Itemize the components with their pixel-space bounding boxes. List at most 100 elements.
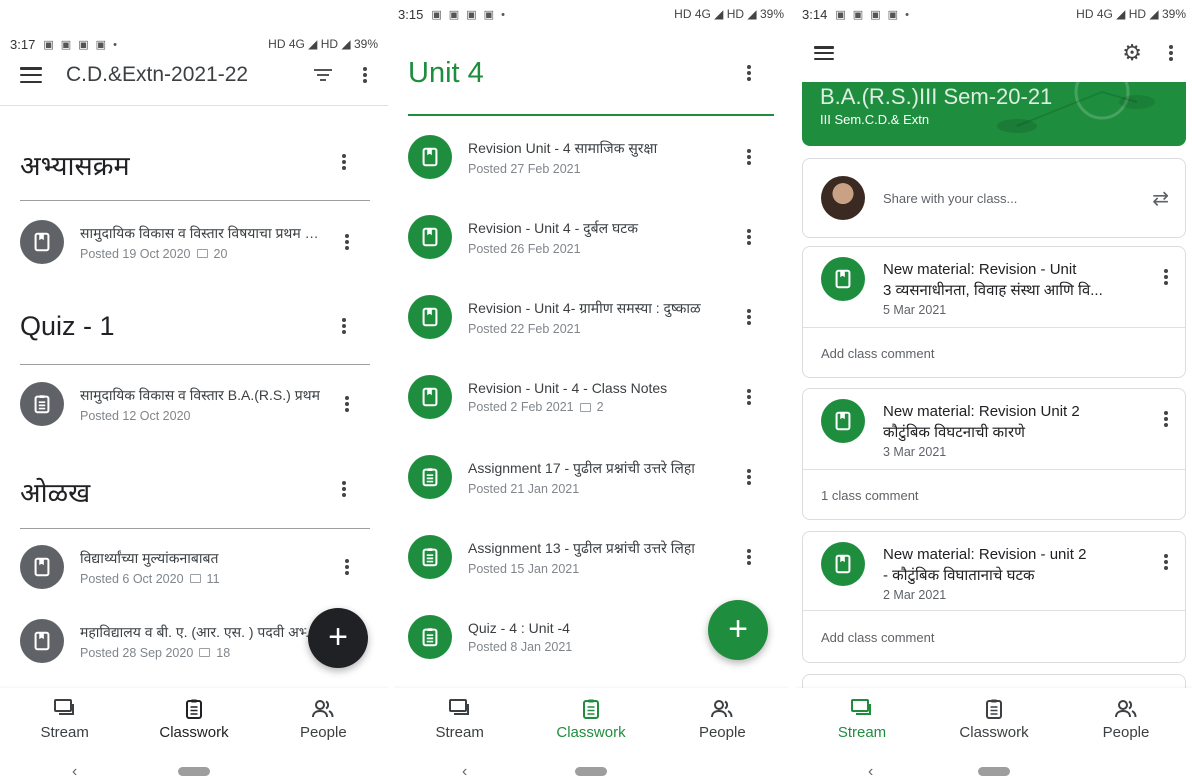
class-comment-link[interactable]: 1 class comment: [821, 488, 919, 503]
class-banner[interactable]: B.A.(R.S.)III Sem-20-21 III Sem.C.D.& Ex…: [802, 82, 1186, 146]
more-options-icon[interactable]: [362, 67, 368, 83]
classwork-item[interactable]: Revision - Unit - 4 - Class Notes Posted …: [408, 375, 752, 419]
post-divider: [803, 610, 1185, 611]
nav-stream[interactable]: Stream: [807, 688, 917, 748]
item-more-icon[interactable]: [344, 559, 350, 575]
post-title-line1: New material: Revision Unit 2: [883, 403, 1080, 420]
settings-gear-icon[interactable]: ⚙: [1122, 40, 1142, 66]
add-button[interactable]: +: [708, 600, 768, 660]
topic-more-icon[interactable]: [341, 318, 347, 334]
classwork-item[interactable]: सामुदायिक विकास व विस्तार B.A.(R.S.) प्र…: [20, 382, 350, 426]
classwork-item[interactable]: Revision Unit - 4 सामाजिक सुरक्षा Posted …: [408, 135, 752, 179]
nav-classwork[interactable]: Classwork: [939, 688, 1049, 748]
nav-classwork[interactable]: Classwork: [139, 688, 249, 748]
nav-classwork[interactable]: Classwork: [536, 688, 646, 748]
nav-stream[interactable]: Stream: [405, 688, 515, 748]
item-date: Posted 15 Jan 2021: [468, 561, 580, 576]
nav-label: Stream: [837, 724, 887, 741]
stream-post[interactable]: New material: Revision - Unit 3 व्यसनाधी…: [802, 246, 1186, 378]
comment-icon: [579, 402, 591, 412]
classwork-item[interactable]: Assignment 17 - पुढील प्रश्नांची उत्तरे …: [408, 455, 752, 499]
nav-stream[interactable]: Stream: [10, 688, 120, 748]
item-more-icon[interactable]: [746, 469, 752, 485]
more-options-icon[interactable]: [746, 65, 752, 81]
share-placeholder: Share with your class...: [883, 190, 1018, 206]
classwork-panel-course: 3:17 ▣ ▣ ▣ ▣ • HD 4G ◢ HD ◢ 39% C.D.&Ext…: [0, 0, 388, 783]
nav-people[interactable]: People: [268, 688, 378, 748]
item-more-icon[interactable]: [746, 229, 752, 245]
repost-icon[interactable]: ⇄: [1152, 186, 1169, 211]
nav-label: Classwork: [159, 724, 229, 741]
nav-label: People: [698, 724, 746, 741]
topic-more-icon[interactable]: [341, 154, 347, 170]
people-icon: [1115, 700, 1137, 718]
bottom-navigation: Stream Classwork People: [0, 688, 388, 748]
item-more-icon[interactable]: [344, 396, 350, 412]
classwork-icon: [185, 699, 202, 719]
item-more-icon[interactable]: [746, 309, 752, 325]
status-right: HD 4G ◢ HD ◢ 39%: [268, 37, 378, 51]
home-pill[interactable]: [178, 767, 210, 776]
classwork-item[interactable]: महाविद्यालय व बी. ए. (आर. एस. ) पदवी अभ्…: [20, 619, 350, 663]
item-comment-count: 11: [206, 571, 220, 586]
item-more-icon[interactable]: [746, 389, 752, 405]
item-title: महाविद्यालय व बी. ए. (आर. एस. ) पदवी अभ्…: [80, 623, 320, 640]
item-comment-count: 20: [213, 246, 228, 261]
item-date: Posted 19 Oct 2020: [80, 246, 191, 261]
add-comment-link[interactable]: Add class comment: [821, 346, 934, 361]
comment-icon: [196, 249, 208, 258]
back-icon[interactable]: ‹: [72, 763, 77, 781]
item-more-icon[interactable]: [746, 549, 752, 565]
assignment-icon: [408, 455, 452, 499]
item-date: Posted 21 Jan 2021: [468, 481, 580, 496]
status-bar: 3:15 ▣ ▣ ▣ ▣ • HD 4G ◢ HD ◢ 39%: [394, 0, 788, 28]
classwork-icon: [582, 699, 599, 719]
filter-icon[interactable]: [314, 69, 332, 81]
home-pill[interactable]: [978, 767, 1010, 776]
plus-icon: +: [728, 609, 748, 648]
classwork-item[interactable]: Revision - Unit 4 - दुर्बल घटक Posted 26 …: [408, 215, 752, 259]
classwork-item[interactable]: Quiz - 4 : Unit -4 Posted 8 Jan 2021: [408, 615, 752, 659]
material-icon: [408, 135, 452, 179]
item-title: Revision - Unit 4- ग्रामीण समस्या : दुष्…: [468, 299, 701, 316]
nav-people[interactable]: People: [1071, 688, 1181, 748]
class-section: III Sem.C.D.& Extn: [820, 112, 930, 127]
item-title: Revision - Unit 4 - दुर्बल घटक: [468, 219, 639, 236]
more-options-icon[interactable]: [1168, 45, 1174, 61]
system-nav-bar: ‹: [796, 760, 1192, 783]
stream-post[interactable]: New material: Revision Unit 2 कौटुंबिक व…: [802, 388, 1186, 520]
item-title: सामुदायिक विकास व विस्तार विषयाचा प्रथम …: [80, 224, 320, 241]
back-icon[interactable]: ‹: [462, 763, 467, 781]
notification-icons: ▣ ▣ ▣ ▣ •: [431, 8, 507, 21]
top-app-bar: Unit 4: [394, 48, 788, 98]
item-more-icon[interactable]: [344, 234, 350, 250]
item-more-icon[interactable]: [746, 149, 752, 165]
back-icon[interactable]: ‹: [868, 763, 873, 781]
add-button[interactable]: +: [308, 608, 368, 668]
stream-post[interactable]: New material: Revision - unit 2 - कौटुंब…: [802, 531, 1186, 663]
post-more-icon[interactable]: [1163, 411, 1169, 427]
classwork-item[interactable]: विद्यार्थ्यांच्या मुल्यांकनाबाबत Posted …: [20, 545, 350, 589]
topic-more-icon[interactable]: [341, 481, 347, 497]
assignment-icon: [20, 382, 64, 426]
classwork-item[interactable]: Revision - Unit 4- ग्रामीण समस्या : दुष्…: [408, 295, 752, 339]
menu-icon[interactable]: [814, 46, 834, 60]
topic-title: Quiz - 1: [20, 311, 115, 341]
share-box[interactable]: Share with your class... ⇄: [802, 158, 1186, 238]
nav-people[interactable]: People: [667, 688, 777, 748]
item-date: Posted 2 Feb 2021: [468, 400, 574, 414]
post-more-icon[interactable]: [1163, 269, 1169, 285]
home-pill[interactable]: [575, 767, 607, 776]
classwork-item[interactable]: सामुदायिक विकास व विस्तार विषयाचा प्रथम …: [20, 220, 350, 264]
topbar-divider: [0, 105, 388, 106]
post-title-line2: - कौटुंबिक विघातानाचे घटक: [883, 567, 1035, 584]
comment-icon: [199, 648, 211, 657]
classwork-item[interactable]: Assignment 13 - पुढील प्रश्नांची उत्तरे …: [408, 535, 752, 579]
top-app-bar: C.D.&Extn-2021-22: [0, 50, 388, 100]
post-more-icon[interactable]: [1163, 554, 1169, 570]
topic-title: अभ्यासक्रम: [20, 151, 130, 181]
post-date: 2 Mar 2021: [883, 588, 947, 602]
add-comment-link[interactable]: Add class comment: [821, 630, 934, 645]
nav-label: Classwork: [556, 724, 626, 741]
menu-icon[interactable]: [20, 67, 42, 83]
